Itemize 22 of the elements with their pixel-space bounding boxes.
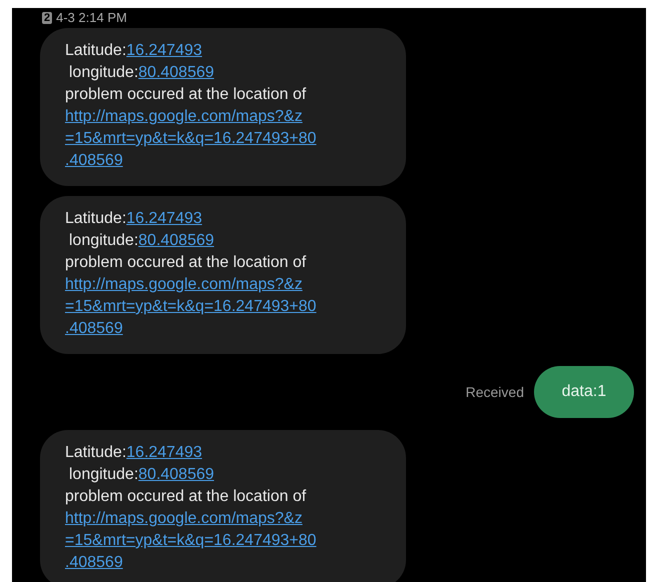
delivery-status: Received [466,382,524,402]
map-link[interactable]: http://maps.google.com/maps?&z =15&mrt=yp&t=k&q=16.247493+80 .408569 [65,508,316,574]
map-link[interactable]: http://maps.google.com/maps?&z =15&mrt=yp&t=k&q=16.247493+80 .408569 [65,274,316,340]
sim-badge: 2 [42,12,52,24]
longitude-link[interactable]: 80.408569 [138,62,214,84]
timestamp: 4-3 2:14 PM [56,9,127,28]
longitude-link[interactable]: 80.408569 [138,230,214,252]
latitude-link[interactable]: 16.247493 [126,442,202,464]
message-bubble: data:1 [534,366,634,418]
latitude-label: Latitude: [65,41,126,61]
longitude-link[interactable]: 80.408569 [138,464,214,486]
latitude-link[interactable]: 16.247493 [126,208,202,230]
map-link[interactable]: http://maps.google.com/maps?&z =15&mrt=yp&t=k&q=16.247493+80 .408569 [65,106,316,172]
latitude-link[interactable]: 16.247493 [126,40,202,62]
message-text: problem occured at the location of [65,487,308,507]
message-text: problem occured at the location of [65,253,308,273]
message-text: problem occured at the location of [65,85,308,105]
latitude-label: Latitude: [65,443,126,463]
latitude-label: Latitude: [65,209,126,229]
longitude-label: longitude: [69,231,138,251]
longitude-label: longitude: [69,465,138,485]
longitude-label: longitude: [69,63,138,83]
